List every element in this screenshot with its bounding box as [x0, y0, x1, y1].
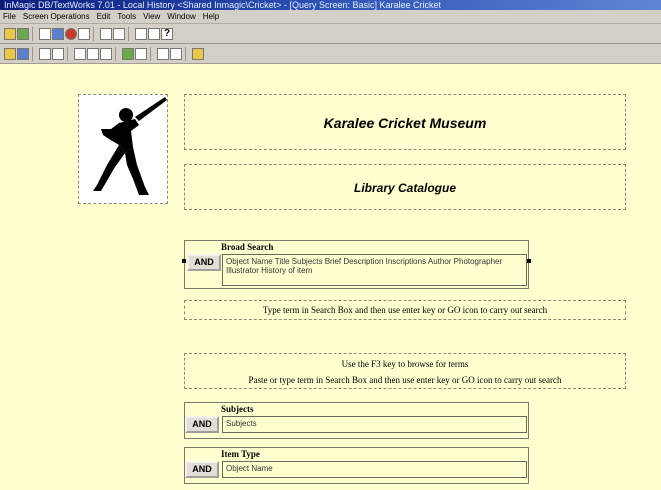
- toolbar-separator: [150, 46, 154, 61]
- paste-instruction-line: Paste or type term in Search Box and the…: [248, 375, 562, 385]
- tools-icon[interactable]: [148, 27, 160, 40]
- stop-icon[interactable]: [65, 27, 77, 40]
- menu-item-file[interactable]: File: [3, 10, 16, 23]
- menu-item-help[interactable]: Help: [203, 10, 219, 23]
- query-screen: Karalee Cricket Museum Library Catalogue…: [0, 64, 661, 490]
- toolbar-separator: [128, 26, 132, 41]
- toolbar-separator: [32, 26, 36, 41]
- subjects-input[interactable]: Subjects: [222, 416, 527, 433]
- browse-instruction-line: Use the F3 key to browse for terms: [341, 359, 469, 369]
- subjects-and-button[interactable]: AND: [185, 416, 219, 433]
- report-icon[interactable]: [52, 27, 64, 40]
- item-type-and-button[interactable]: AND: [185, 461, 219, 478]
- clear-icon[interactable]: [74, 47, 86, 60]
- zoom-icon[interactable]: [170, 47, 182, 60]
- save-query-icon[interactable]: [17, 47, 29, 60]
- toolbar-query: [0, 44, 661, 64]
- new-term-icon[interactable]: [39, 47, 51, 60]
- menu-item-edit[interactable]: Edit: [97, 10, 111, 23]
- help-icon[interactable]: ?: [161, 27, 173, 40]
- menu-item-tools[interactable]: Tools: [117, 10, 136, 23]
- menu-item-view[interactable]: View: [143, 10, 160, 23]
- toolbar-separator: [185, 46, 189, 61]
- broad-search-input[interactable]: Object Name Title Subjects Brief Descrip…: [222, 254, 527, 286]
- toolbar-top: ?: [0, 24, 661, 44]
- museum-name: Karalee Cricket Museum: [184, 94, 626, 150]
- catalogue-title: Library Catalogue: [184, 164, 626, 210]
- browse-icon[interactable]: [100, 47, 112, 60]
- results-icon[interactable]: [135, 47, 147, 60]
- window-title-bar: InMagic DB/TextWorks 7.01 - Local Histor…: [0, 0, 661, 10]
- resize-handle[interactable]: [527, 259, 531, 263]
- window-title: InMagic DB/TextWorks 7.01 - Local Histor…: [4, 0, 441, 10]
- broad-search-label: Broad Search: [221, 242, 274, 252]
- menu-bar: File Screen Operations Edit Tools View W…: [0, 10, 661, 24]
- item-type-input[interactable]: Object Name: [222, 461, 527, 478]
- edit-term-icon[interactable]: [52, 47, 64, 60]
- help-book-icon[interactable]: [192, 47, 204, 60]
- open-icon[interactable]: [4, 27, 16, 40]
- search-go-icon[interactable]: [122, 47, 134, 60]
- toolbar-separator: [93, 26, 97, 41]
- batsman-silhouette-icon: [93, 97, 167, 195]
- copy-icon[interactable]: [100, 27, 112, 40]
- subjects-label: Subjects: [221, 404, 254, 414]
- toolbar-separator: [115, 46, 119, 61]
- sort-icon[interactable]: [135, 27, 147, 40]
- menu-item-screen-operations[interactable]: Screen Operations: [23, 10, 90, 23]
- toolbar-separator: [67, 46, 71, 61]
- boolean-icon[interactable]: [87, 47, 99, 60]
- database-icon[interactable]: [17, 27, 29, 40]
- search-instruction: Type term in Search Box and then use ent…: [184, 300, 626, 320]
- cricket-logo: [78, 94, 168, 204]
- menu-item-window[interactable]: Window: [167, 10, 195, 23]
- paste-icon[interactable]: [113, 27, 125, 40]
- broad-search-and-button[interactable]: AND: [187, 254, 221, 271]
- item-type-label: Item Type: [221, 449, 260, 459]
- open-query-icon[interactable]: [4, 47, 16, 60]
- toolbar-separator: [32, 46, 36, 61]
- blank-page-icon[interactable]: [78, 27, 90, 40]
- resize-handle[interactable]: [182, 259, 186, 263]
- window-icon[interactable]: [157, 47, 169, 60]
- form-icon[interactable]: [39, 27, 51, 40]
